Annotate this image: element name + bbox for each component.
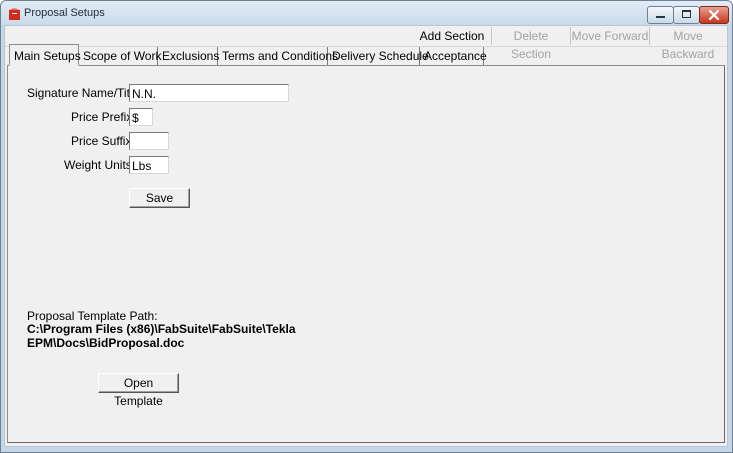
signature-name-input[interactable]	[129, 84, 289, 102]
template-path-value: C:\Program Files (x86)\FabSuite\FabSuite…	[27, 322, 296, 350]
proposal-setups-window: Proposal Setups Add Section Delete Secti…	[0, 0, 733, 453]
close-button[interactable]	[699, 6, 729, 24]
save-button[interactable]: Save	[129, 188, 190, 208]
template-path-line-2: EPM\Docs\BidProposal.doc	[27, 336, 185, 350]
tab-exclusions[interactable]: Exclusions	[158, 47, 219, 65]
open-template-button[interactable]: Open Template	[98, 373, 179, 408]
tab-main-setups[interactable]: Main Setups	[9, 44, 81, 66]
price-prefix-label: Price Prefix:	[71, 110, 136, 124]
tab-delivery-schedule[interactable]: Delivery Schedule	[328, 47, 429, 65]
window-title: Proposal Setups	[24, 7, 105, 19]
delete-section-button[interactable]: Delete Section	[492, 27, 571, 61]
main-setups-panel: Signature Name/Title: Price Prefix: Pric…	[7, 65, 725, 443]
price-suffix-input[interactable]	[129, 132, 169, 150]
minimize-button[interactable]	[647, 6, 674, 24]
move-backward-button[interactable]: Move Backward	[650, 27, 726, 61]
maximize-button[interactable]	[673, 6, 700, 24]
price-prefix-input[interactable]	[129, 108, 153, 126]
maximize-icon	[682, 10, 691, 18]
close-icon	[708, 9, 720, 21]
tab-acceptance[interactable]: Acceptance	[420, 47, 487, 65]
client-area: Add Section Delete Section Move Forward …	[4, 25, 728, 447]
title-bar[interactable]: Proposal Setups	[1, 1, 732, 25]
add-section-button[interactable]: Add Section	[413, 27, 492, 45]
weight-units-label: Weight Units:	[64, 158, 136, 172]
signature-label: Signature Name/Title:	[27, 86, 143, 100]
tab-scope-of-work[interactable]: Scope of Work	[79, 47, 161, 65]
red-document-icon	[9, 8, 20, 20]
price-suffix-label: Price Suffix:	[71, 134, 135, 148]
move-forward-button[interactable]: Move Forward	[571, 27, 650, 45]
template-path-label: Proposal Template Path:	[27, 309, 158, 323]
weight-units-input[interactable]	[129, 156, 169, 174]
minimize-icon	[656, 16, 665, 18]
tab-terms-and-conditions[interactable]: Terms and Conditions	[218, 47, 338, 65]
template-path-line-1: C:\Program Files (x86)\FabSuite\FabSuite…	[27, 322, 296, 336]
